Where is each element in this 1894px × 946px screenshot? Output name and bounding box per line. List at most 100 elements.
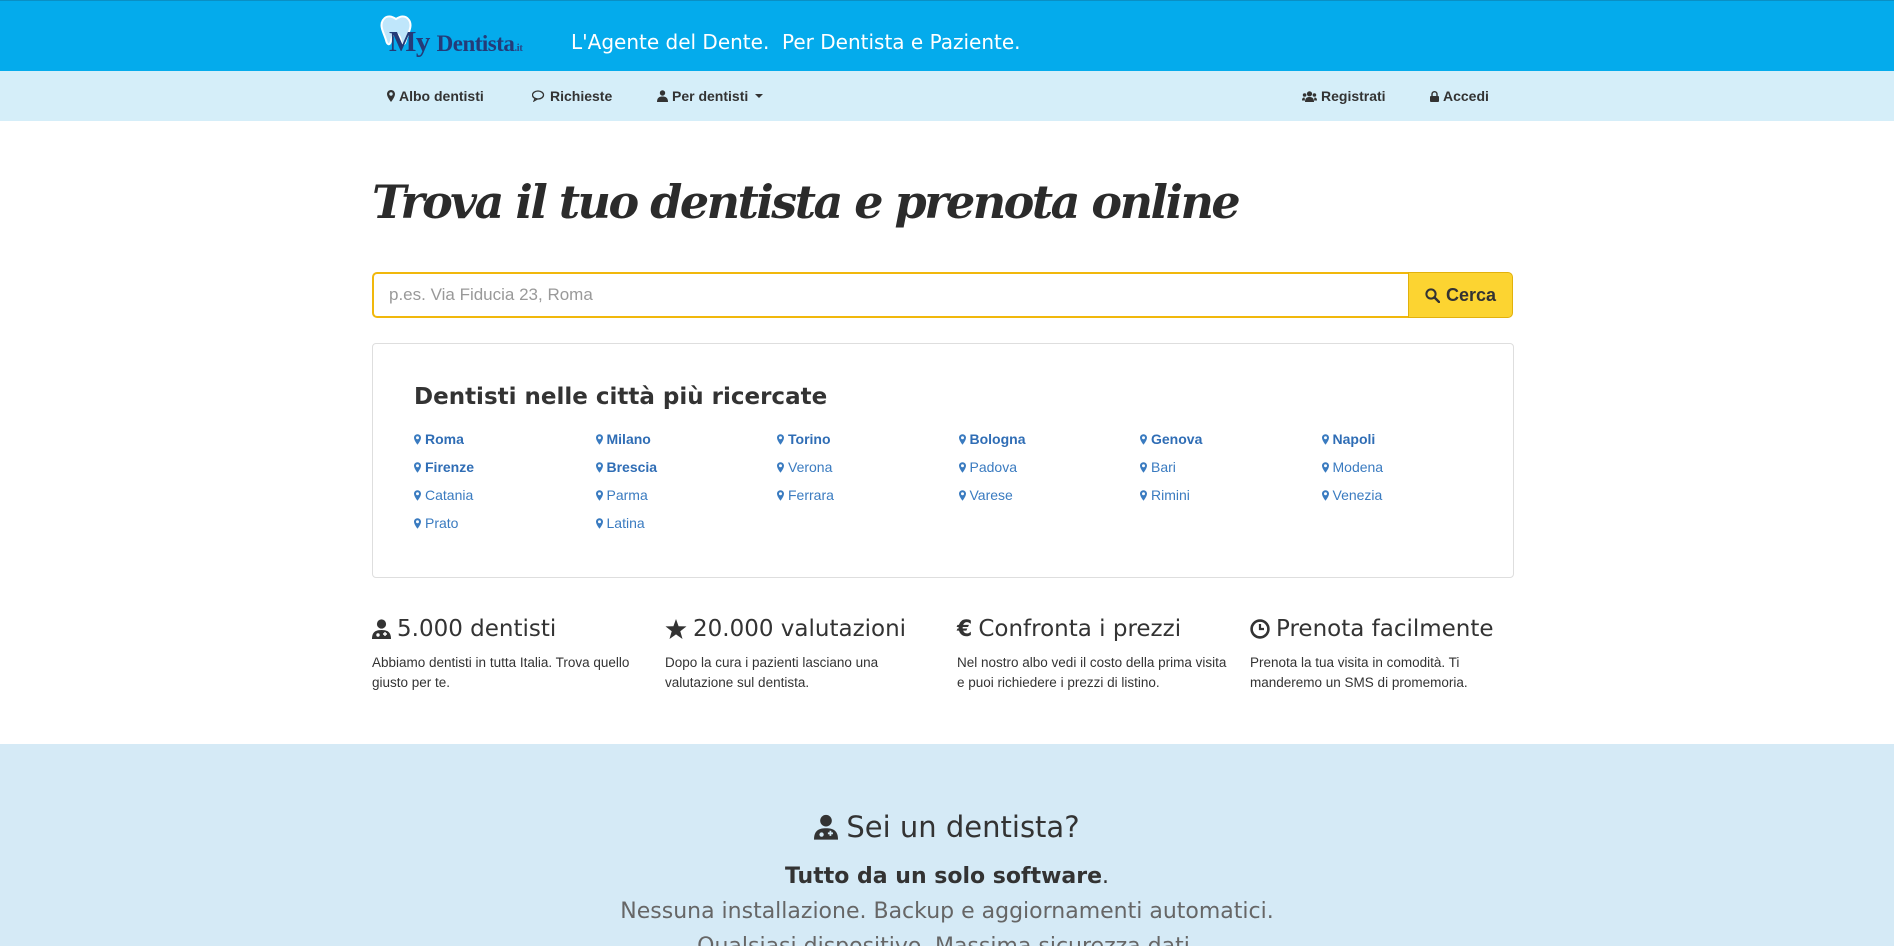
nav-albo-dentisti-label: Albo dentisti: [399, 88, 484, 104]
feature-dentisti-desc: Abbiamo dentisti in tutta Italia. Trova …: [372, 655, 630, 690]
dentist-section-headline-rest: .: [1102, 864, 1110, 889]
city-link-label: Parma: [606, 487, 648, 503]
city-link-label: Torino: [788, 431, 831, 447]
search-button-label: Cerca: [1445, 284, 1497, 305]
city-link-label: Bologna: [969, 431, 1026, 447]
main-navbar: Albo dentisti Richieste Per dentisti Reg…: [0, 71, 1894, 121]
city-link-label: Venezia: [1332, 487, 1383, 503]
star-icon: [665, 618, 687, 639]
city-link[interactable]: Varese: [958, 481, 1141, 509]
nav-per-dentisti-dropdown[interactable]: Per dentisti: [657, 88, 764, 104]
logo-dentista: Dentista: [436, 31, 515, 56]
city-link[interactable]: Modena: [1321, 453, 1504, 481]
chevron-down-icon: [755, 94, 764, 98]
nav-registrati[interactable]: Registrati: [1302, 88, 1386, 104]
site-logo[interactable]: My Dentista.it: [373, 12, 553, 60]
city-link[interactable]: Torino: [777, 425, 959, 453]
feature-prezzi: € Confronta i prezzi Nel nostro albo ved…: [957, 616, 1227, 693]
dentist-section-headline-bold: Tutto da un solo software: [784, 864, 1103, 889]
search-icon: [1425, 287, 1440, 303]
map-marker-icon: [777, 433, 784, 445]
nav-albo-dentisti[interactable]: Albo dentisti: [387, 88, 484, 104]
feature-prezzi-desc: Nel nostro albo vedi il costo della prim…: [957, 655, 1227, 690]
city-link-label: Rimini: [1151, 487, 1190, 503]
logo-wordmark: My Dentista.it: [389, 26, 523, 59]
map-marker-icon: [414, 489, 421, 501]
feature-prenota-title: Prenota facilmente: [1276, 616, 1494, 642]
city-link-label: Latina: [606, 515, 645, 531]
city-link-label: Brescia: [606, 459, 658, 475]
dentist-section-title: Sei un dentista?: [846, 810, 1080, 844]
city-link[interactable]: Latina: [595, 509, 778, 537]
city-link-label: Padova: [969, 459, 1017, 475]
map-marker-icon: [777, 461, 784, 473]
city-link-label: Bari: [1151, 459, 1176, 475]
map-marker-icon: [958, 461, 966, 473]
map-marker-icon: [595, 433, 603, 445]
city-link[interactable]: Rimini: [1140, 481, 1322, 509]
city-link[interactable]: Catania: [414, 481, 596, 509]
nav-per-dentisti-label: Per dentisti: [672, 88, 749, 104]
city-link[interactable]: Bologna: [958, 425, 1141, 453]
map-marker-icon: [1321, 461, 1329, 473]
map-marker-icon: [958, 489, 966, 501]
city-link[interactable]: Bari: [1140, 453, 1322, 481]
map-marker-icon: [414, 517, 421, 529]
feature-prenota-desc: Prenota la tua visita in comodità. Ti ma…: [1250, 655, 1468, 690]
euro-icon: €: [957, 616, 973, 642]
popular-cities-title: Dentisti nelle città più ricercate: [414, 384, 828, 410]
nav-richieste-label: Richieste: [550, 88, 613, 104]
dentist-section-line-3: Qualsiasi dispositivo. Massima sicurezza…: [0, 934, 1894, 946]
nav-richieste[interactable]: Richieste: [532, 88, 612, 104]
city-link[interactable]: Venezia: [1321, 481, 1504, 509]
city-link-label: Roma: [425, 431, 464, 447]
site-header: My Dentista.it L'Agente del Dente. Per D…: [0, 0, 1894, 71]
user-md-icon: [814, 814, 839, 840]
feature-dentisti: 5.000 dentisti Abbiamo dentisti in tutta…: [372, 616, 642, 693]
page-title: Trova il tuo dentista e prenota online: [372, 175, 1241, 229]
city-link[interactable]: Milano: [595, 425, 778, 453]
search-input[interactable]: [372, 272, 1408, 318]
map-marker-icon: [414, 461, 421, 473]
city-link[interactable]: Roma: [414, 425, 596, 453]
lock-icon: [1430, 90, 1439, 102]
city-link[interactable]: Genova: [1140, 425, 1322, 453]
city-link-label: Milano: [606, 431, 651, 447]
city-link[interactable]: Napoli: [1321, 425, 1504, 453]
map-marker-icon: [777, 489, 784, 501]
dentist-section-line-2: Nessuna installazione. Backup e aggiorna…: [620, 899, 1274, 924]
clock-icon: [1250, 619, 1270, 639]
city-link-label: Napoli: [1332, 431, 1376, 447]
nav-accedi-label: Accedi: [1443, 88, 1489, 104]
logo-tld: .it: [514, 42, 523, 54]
nav-accedi[interactable]: Accedi: [1430, 88, 1489, 104]
feature-valutazioni: 20.000 valutazioni Dopo la cura i pazien…: [665, 616, 935, 693]
map-marker-icon: [1321, 433, 1329, 445]
city-link[interactable]: Ferrara: [777, 481, 959, 509]
city-link[interactable]: Verona: [777, 453, 959, 481]
city-link-label: Varese: [969, 487, 1013, 503]
city-link[interactable]: Parma: [595, 481, 778, 509]
feature-valutazioni-title: 20.000 valutazioni: [693, 616, 907, 642]
search-bar: Cerca: [372, 272, 1513, 318]
user-md-icon: [372, 619, 391, 639]
site-tagline: L'Agente del Dente. Per Dentista e Pazie…: [571, 30, 1021, 54]
city-link-label: Catania: [425, 487, 474, 503]
city-link[interactable]: Firenze: [414, 453, 596, 481]
search-button[interactable]: Cerca: [1408, 272, 1513, 318]
map-marker-icon: [1321, 489, 1329, 501]
logo-my: My: [389, 26, 430, 58]
city-link[interactable]: Brescia: [595, 453, 778, 481]
city-link[interactable]: Prato: [414, 509, 596, 537]
map-marker-icon: [595, 461, 603, 473]
map-marker-icon: [958, 433, 966, 445]
map-marker-icon: [595, 489, 603, 501]
users-icon: [1302, 90, 1317, 102]
city-link-label: Modena: [1332, 459, 1384, 475]
comments-icon: [532, 90, 545, 102]
city-link-label: Ferrara: [788, 487, 834, 503]
map-marker-icon: [595, 517, 603, 529]
city-link-label: Genova: [1151, 431, 1203, 447]
dentist-promo-section: Sei un dentista? Tutto da un solo softwa…: [0, 744, 1894, 946]
city-link[interactable]: Padova: [958, 453, 1141, 481]
